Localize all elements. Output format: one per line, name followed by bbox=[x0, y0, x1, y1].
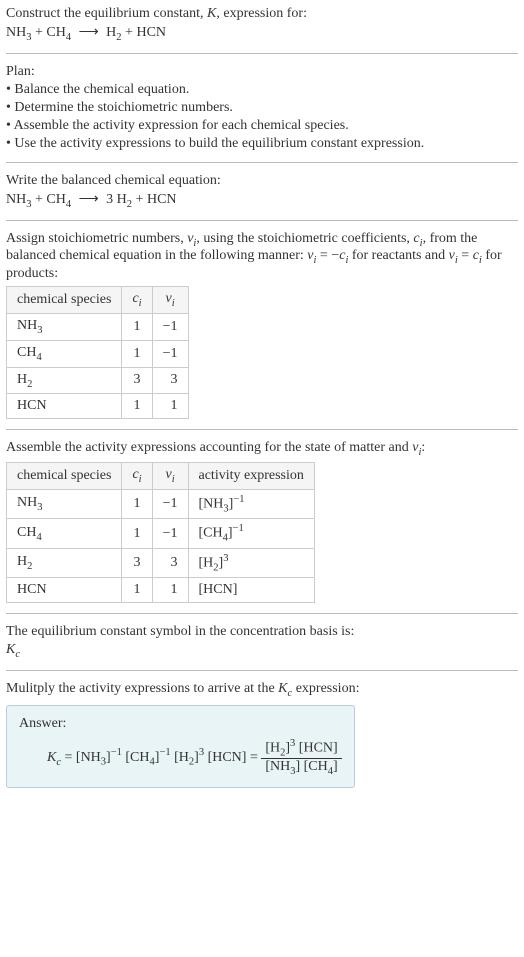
balanced-equation: NH3 + CH4 ⟶ 3 H2 + HCN bbox=[6, 191, 518, 210]
species: CH4 bbox=[46, 25, 71, 40]
table-row: CH41−1 bbox=[7, 340, 189, 367]
divider bbox=[6, 613, 518, 614]
cell-species: HCN bbox=[7, 578, 122, 603]
cell-nui: −1 bbox=[152, 519, 188, 548]
activity-text: Assemble the activity expressions accoun… bbox=[6, 440, 518, 458]
table-row: CH41−1[CH4]−1 bbox=[7, 519, 315, 548]
table-row: H233 bbox=[7, 367, 189, 394]
col-ci: ci bbox=[122, 463, 152, 490]
intro-pre: Construct the equilibrium constant, bbox=[6, 6, 207, 21]
col-ci: ci bbox=[122, 287, 152, 314]
divider bbox=[6, 429, 518, 430]
cell-species: CH4 bbox=[7, 340, 122, 367]
cell-species: NH3 bbox=[7, 489, 122, 518]
cell-activity: [HCN] bbox=[188, 578, 314, 603]
cell-activity: [CH4]−1 bbox=[188, 519, 314, 548]
table-header-row: chemical speciesciνiactivity expression bbox=[7, 463, 315, 490]
arrow-icon: ⟶ bbox=[75, 191, 103, 208]
col-activity: activity expression bbox=[188, 463, 314, 490]
answer-label: Answer: bbox=[19, 716, 342, 732]
cell-ci: 1 bbox=[122, 489, 152, 518]
cell-species: CH4 bbox=[7, 519, 122, 548]
plan-item: • Assemble the activity expression for e… bbox=[6, 118, 518, 134]
species: CH4 bbox=[46, 192, 71, 207]
stoich-table: chemical speciesciνiNH31−1CH41−1H233HCN1… bbox=[6, 286, 189, 419]
table-row: NH31−1 bbox=[7, 313, 189, 340]
plan-heading: Plan: bbox=[6, 64, 518, 80]
unbalanced-equation: NH3 + CH4 ⟶ H2 + HCN bbox=[6, 24, 518, 43]
col-species: chemical species bbox=[7, 463, 122, 490]
cell-nui: −1 bbox=[152, 340, 188, 367]
cell-species: HCN bbox=[7, 394, 122, 419]
divider bbox=[6, 670, 518, 671]
stoich-text: Assign stoichiometric numbers, νi, using… bbox=[6, 231, 518, 283]
plan-item: • Determine the stoichiometric numbers. bbox=[6, 100, 518, 116]
species: HCN bbox=[136, 25, 166, 40]
table-header-row: chemical speciesciνi bbox=[7, 287, 189, 314]
intro-K: K bbox=[207, 6, 216, 21]
cell-ci: 1 bbox=[122, 578, 152, 603]
table-row: HCN11[HCN] bbox=[7, 578, 315, 603]
cell-species: H2 bbox=[7, 367, 122, 394]
multiply-text: Mulitply the activity expressions to arr… bbox=[6, 681, 518, 699]
cell-nui: 1 bbox=[152, 578, 188, 603]
divider bbox=[6, 220, 518, 221]
cell-ci: 1 bbox=[122, 313, 152, 340]
divider bbox=[6, 162, 518, 163]
table-row: NH31−1[NH3]−1 bbox=[7, 489, 315, 518]
intro-line: Construct the equilibrium constant, K, e… bbox=[6, 6, 518, 22]
cell-species: NH3 bbox=[7, 313, 122, 340]
cell-species: H2 bbox=[7, 548, 122, 577]
kc-text-line1: The equilibrium constant symbol in the c… bbox=[6, 624, 518, 640]
species: NH3 bbox=[6, 25, 31, 40]
cell-ci: 1 bbox=[122, 519, 152, 548]
cell-nui: 3 bbox=[152, 548, 188, 577]
cell-ci: 1 bbox=[122, 340, 152, 367]
species: H2 bbox=[106, 25, 121, 40]
plan-item: • Use the activity expressions to build … bbox=[6, 136, 518, 152]
kc-symbol: Kc bbox=[6, 642, 518, 660]
table-row: HCN11 bbox=[7, 394, 189, 419]
cell-activity: [NH3]−1 bbox=[188, 489, 314, 518]
cell-ci: 1 bbox=[122, 394, 152, 419]
kc-K: K bbox=[6, 642, 15, 657]
species: NH3 bbox=[6, 192, 31, 207]
fraction: [H2]3 [HCN][NH3] [CH4] bbox=[261, 738, 341, 777]
col-nui: νi bbox=[152, 463, 188, 490]
cell-ci: 3 bbox=[122, 367, 152, 394]
species: HCN bbox=[147, 192, 177, 207]
answer-equation: Kc = [NH3]−1 [CH4]−1 [H2]3 [HCN] = [H2]3… bbox=[19, 738, 342, 777]
cell-ci: 3 bbox=[122, 548, 152, 577]
table-row: H233[H2]3 bbox=[7, 548, 315, 577]
plan-item: • Balance the chemical equation. bbox=[6, 82, 518, 98]
kc-K-sub: c bbox=[15, 649, 20, 660]
species: 3 H2 bbox=[106, 192, 132, 207]
activity-table: chemical speciesciνiactivity expressionN… bbox=[6, 462, 315, 603]
cell-nui: −1 bbox=[152, 489, 188, 518]
balanced-heading: Write the balanced chemical equation: bbox=[6, 173, 518, 189]
divider bbox=[6, 53, 518, 54]
cell-nui: 1 bbox=[152, 394, 188, 419]
col-nui: νi bbox=[152, 287, 188, 314]
cell-nui: 3 bbox=[152, 367, 188, 394]
arrow-icon: ⟶ bbox=[75, 24, 103, 41]
col-species: chemical species bbox=[7, 287, 122, 314]
cell-nui: −1 bbox=[152, 313, 188, 340]
answer-box: Answer: Kc = [NH3]−1 [CH4]−1 [H2]3 [HCN]… bbox=[6, 705, 355, 788]
intro-post: , expression for: bbox=[216, 6, 307, 21]
cell-activity: [H2]3 bbox=[188, 548, 314, 577]
